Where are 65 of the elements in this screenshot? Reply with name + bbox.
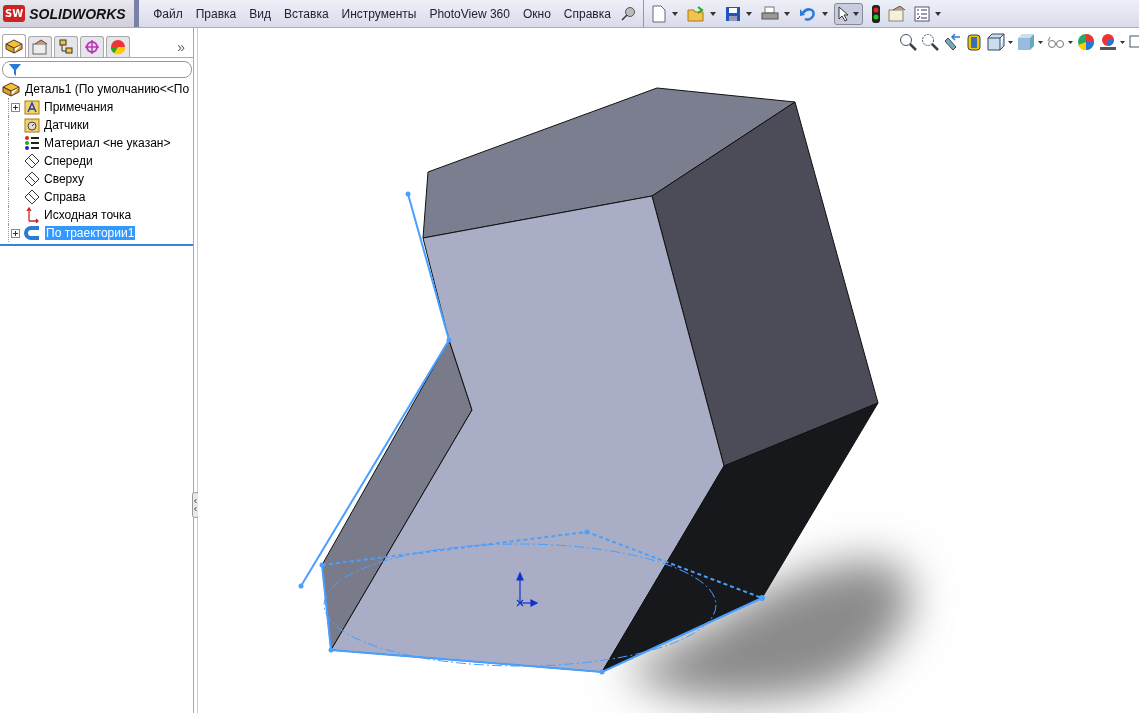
- logo-icon: SW: [3, 5, 26, 22]
- material-icon: [24, 135, 40, 151]
- menu-item[interactable]: Правка: [189, 6, 243, 21]
- expand-icon[interactable]: [10, 228, 20, 238]
- plane-icon: [24, 189, 40, 205]
- undo-icon[interactable]: [799, 5, 818, 22]
- tree-item[interactable]: Датчики: [43, 118, 90, 132]
- panel-tab[interactable]: [54, 36, 78, 57]
- save-icon[interactable]: [725, 5, 742, 22]
- appearance-ball-icon[interactable]: [1077, 33, 1095, 51]
- previous-view-icon[interactable]: [943, 33, 961, 51]
- pointer-icon: [838, 5, 851, 22]
- filter-icon: [9, 63, 21, 76]
- menu-item[interactable]: Вид: [242, 6, 278, 21]
- zoom-area-icon[interactable]: [921, 33, 939, 51]
- plane-icon: [24, 171, 40, 187]
- panel-tab[interactable]: [2, 34, 26, 57]
- dropdown-caret-icon[interactable]: [822, 11, 829, 16]
- options-icon[interactable]: [888, 5, 907, 22]
- tree-item[interactable]: Сверху: [43, 172, 86, 186]
- menu-item[interactable]: PhotoView 360: [422, 6, 517, 21]
- sweep-icon: [24, 225, 42, 241]
- tree-item[interactable]: Исходная точка: [43, 208, 133, 222]
- panel-tab[interactable]: [106, 36, 130, 57]
- panel-tab[interactable]: [80, 36, 104, 57]
- section-view-icon[interactable]: [965, 33, 983, 51]
- menu-item[interactable]: Инструменты: [335, 6, 423, 21]
- scene-icon[interactable]: [1099, 33, 1125, 51]
- color-ball-icon: [109, 39, 127, 55]
- checklist-icon[interactable]: [914, 5, 931, 22]
- zoom-to-fit-icon[interactable]: [899, 33, 917, 51]
- dropdown-caret-icon[interactable]: [784, 11, 791, 16]
- printer-icon[interactable]: [761, 5, 780, 22]
- dropdown-caret-icon[interactable]: [746, 11, 753, 16]
- app-name: SOLIDWORKS: [29, 5, 126, 23]
- dropdown-caret-icon[interactable]: [672, 11, 679, 16]
- tree-item[interactable]: Материал <не указан>: [43, 136, 172, 150]
- plane-icon: [24, 153, 40, 169]
- origin-axes-icon: [516, 571, 539, 607]
- configuration-icon: [57, 39, 75, 55]
- part-icon: [5, 38, 23, 54]
- dropdown-caret-icon[interactable]: [710, 11, 717, 16]
- tree-item[interactable]: Деталь1 (По умолчанию<<По: [24, 82, 191, 96]
- origin-icon: [24, 207, 40, 223]
- filter-field[interactable]: [2, 61, 192, 78]
- select-button[interactable]: [834, 2, 864, 25]
- part-icon: [2, 81, 20, 97]
- menu-item[interactable]: Окно: [516, 6, 558, 21]
- menu-item[interactable]: Вставка: [277, 6, 336, 21]
- menu-item[interactable]: Справка: [557, 6, 618, 21]
- tree-item[interactable]: Примечания: [43, 100, 115, 114]
- panel-tab[interactable]: [28, 36, 52, 57]
- tree-item[interactable]: Спереди: [43, 154, 94, 168]
- dropdown-caret-icon[interactable]: [935, 11, 942, 16]
- tree-item[interactable]: Справа: [43, 190, 87, 204]
- dropdown-caret-icon: [853, 11, 860, 16]
- menu-item[interactable]: Файл: [146, 6, 190, 21]
- view-orientation-icon[interactable]: [987, 33, 1013, 51]
- annotation-icon: [24, 99, 40, 115]
- property-sheet-icon: [31, 39, 49, 55]
- traffic-light-icon[interactable]: [872, 4, 881, 23]
- gauge-icon: [24, 117, 40, 133]
- more-tabs-button[interactable]: »: [171, 39, 191, 57]
- crosshair-icon: [83, 39, 101, 55]
- expand-icon[interactable]: [10, 102, 20, 112]
